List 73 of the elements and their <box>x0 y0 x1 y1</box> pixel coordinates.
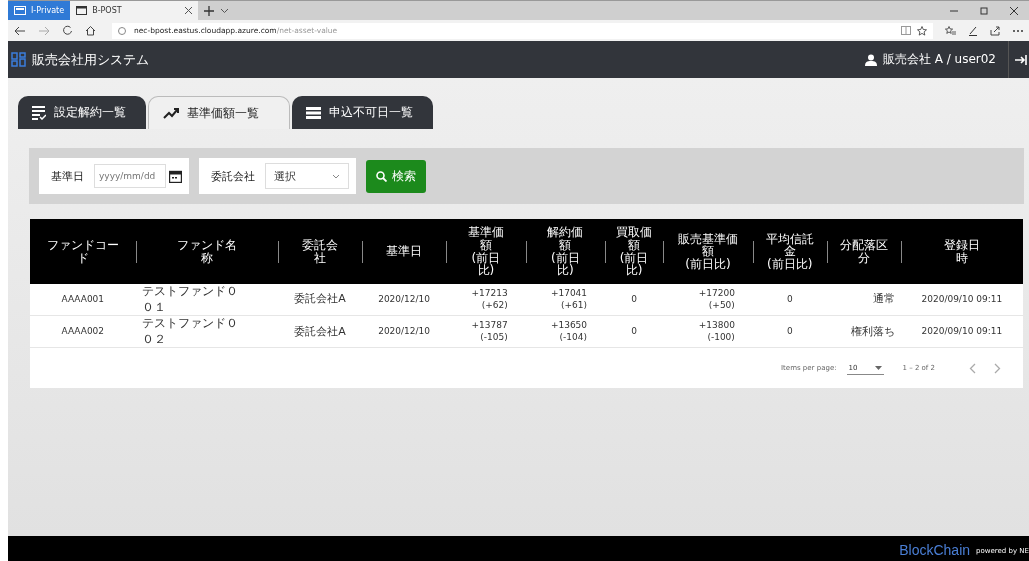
table-cell: +13800 (-100) <box>663 315 753 348</box>
table-cell: 0 <box>752 284 827 316</box>
app-title: 販売会社用システム <box>32 50 149 69</box>
column-header: 解約価 額 (前日 比) <box>525 219 606 284</box>
table-cell: 0 <box>752 315 827 348</box>
table-cell: 0 <box>605 284 664 316</box>
close-icon[interactable] <box>1009 5 1019 16</box>
page-icon <box>76 6 88 15</box>
trend-icon <box>163 107 179 119</box>
table-cell: +17213 (+62) <box>446 284 526 316</box>
column-header: 基準価 額 (前日 比) <box>446 219 526 284</box>
grid-icon <box>11 52 26 67</box>
menu-icon <box>306 106 321 119</box>
caret-icon <box>875 365 883 370</box>
column-header: 販売基準価 額 (前日比) <box>663 219 753 284</box>
column-header: 登録日 時 <box>900 219 1023 284</box>
column-header: 買取価 額 (前日 比) <box>605 219 664 284</box>
favorites-icon[interactable] <box>945 25 956 36</box>
table-cell: AAAA002 <box>30 315 136 348</box>
chevron-icon <box>332 173 340 179</box>
refresh-icon[interactable] <box>62 25 73 36</box>
plus-icon[interactable] <box>204 5 215 16</box>
table-cell: 通常 <box>826 284 901 316</box>
close-icon[interactable] <box>185 7 193 14</box>
table-cell: 2020/09/10 09:11 <box>900 315 1023 348</box>
back-icon[interactable] <box>14 25 26 36</box>
table-cell: +17041 (+61) <box>525 284 606 316</box>
search-button[interactable]: 検索 <box>366 159 426 193</box>
pen-icon[interactable] <box>968 25 978 36</box>
table-cell: テストファンド０ ０２ <box>135 315 279 348</box>
search-icon <box>376 170 387 182</box>
browser-tab[interactable]: B-POST <box>70 1 199 20</box>
column-header: 基準日 <box>361 219 447 284</box>
column-header: 平均信託 金 (前日比) <box>752 219 827 284</box>
table-cell: テストファンド０ ０１ <box>135 284 279 316</box>
table-cell: 2020/12/10 <box>361 284 447 316</box>
restore-icon[interactable] <box>979 5 989 16</box>
browser-tab[interactable]: I-Private <box>8 1 71 20</box>
date-label: 基準日 <box>51 168 84 184</box>
list-icon <box>32 105 46 120</box>
table-cell: AAAA001 <box>30 284 136 316</box>
chevron-icon[interactable] <box>220 7 230 14</box>
more-icon[interactable] <box>1013 29 1023 32</box>
column-header: ファンド名 称 <box>135 219 279 284</box>
calendar-icon[interactable] <box>169 169 182 183</box>
table-cell: +13650 (-104) <box>525 315 606 348</box>
nav-tab[interactable]: 申込不可日一覧 <box>292 96 433 129</box>
table-cell: 委託会社A <box>278 284 362 316</box>
column-header: 委託会 社 <box>278 219 362 284</box>
star-icon[interactable] <box>917 25 927 36</box>
company-label: 委託会社 <box>211 168 255 184</box>
logout-icon[interactable] <box>1015 53 1029 66</box>
column-header: 分配落区 分 <box>826 219 901 284</box>
table-cell: 2020/12/10 <box>361 315 447 348</box>
brand-logo: BlockChain <box>899 542 971 558</box>
table-cell: 2020/09/10 09:11 <box>900 284 1023 316</box>
nav-tab[interactable]: 基準価額一覧 <box>148 96 290 129</box>
home-icon[interactable] <box>85 25 96 36</box>
user-icon <box>864 53 877 66</box>
share-icon[interactable] <box>990 25 1001 36</box>
company-select[interactable]: 選択 <box>265 163 349 189</box>
table-cell: +13787 (-105) <box>446 315 526 348</box>
reading-view-icon[interactable] <box>901 26 911 35</box>
table-cell: 委託会社A <box>278 315 362 348</box>
table-cell: 0 <box>605 315 664 348</box>
user-name: 販売会社 A / user02 <box>882 51 996 68</box>
date-field[interactable]: yyyy/mm/dd <box>94 164 166 188</box>
info-icon <box>118 26 126 35</box>
column-header: ファンドコー ド <box>30 219 136 284</box>
table-cell: 権利落ち <box>826 315 901 348</box>
nav-tab[interactable]: 設定解約一覧 <box>18 96 146 129</box>
private-icon <box>14 6 26 15</box>
table-cell: +17200 (+50) <box>663 284 753 316</box>
